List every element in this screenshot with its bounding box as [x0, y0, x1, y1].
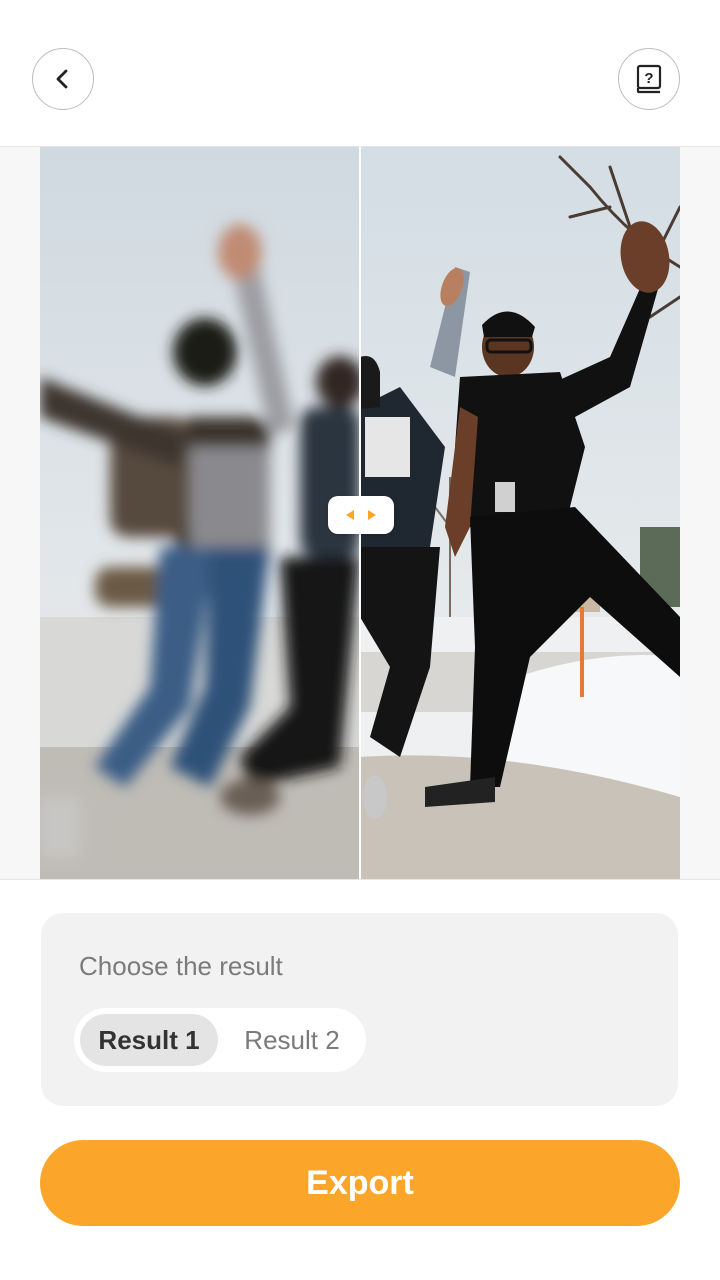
- help-button[interactable]: ?: [618, 48, 680, 110]
- back-button[interactable]: [32, 48, 94, 110]
- export-button[interactable]: Export: [40, 1140, 680, 1226]
- book-question-icon: ?: [636, 64, 662, 94]
- compare-canvas: [0, 147, 720, 879]
- chevron-left-icon: [56, 69, 68, 89]
- result-2-option[interactable]: Result 2: [224, 1014, 360, 1066]
- bottom-divider: [0, 879, 720, 880]
- result-segmented-control: Result 1 Result 2: [74, 1008, 366, 1072]
- top-bar: ?: [0, 0, 720, 146]
- panel-title: Choose the result: [79, 951, 283, 981]
- before-image: [40, 147, 360, 879]
- result-panel: Choose the result Result 1 Result 2: [41, 913, 678, 1106]
- svg-text:?: ?: [644, 70, 653, 87]
- split-handle[interactable]: [328, 496, 394, 534]
- result-1-option[interactable]: Result 1: [80, 1014, 218, 1066]
- left-right-arrows-icon: [346, 510, 376, 520]
- compare-photo[interactable]: [40, 147, 680, 879]
- after-image: [360, 147, 680, 879]
